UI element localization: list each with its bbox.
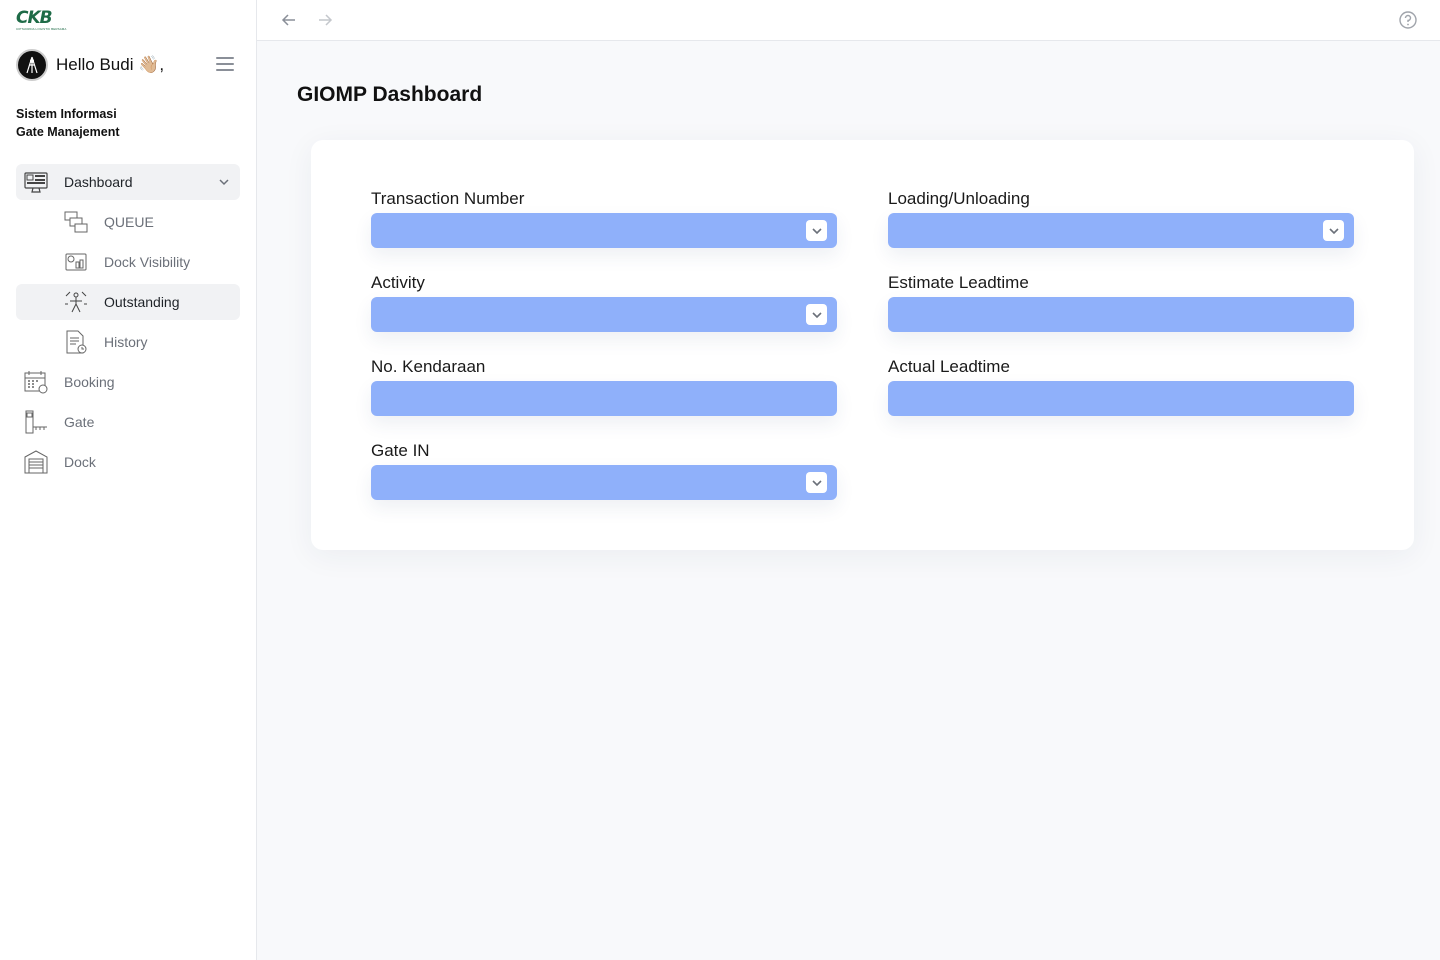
chevron-down-icon[interactable]	[1323, 220, 1344, 241]
actual-leadtime-field: Actual Leadtime	[888, 356, 1354, 416]
estimate-leadtime-field: Estimate Leadtime	[888, 272, 1354, 332]
chevron-down-icon[interactable]	[806, 472, 827, 493]
gate-in-field: Gate IN	[371, 440, 837, 500]
sidebar-item-label: Booking	[64, 374, 115, 390]
history-icon	[66, 330, 87, 354]
sidebar-item-dock-visibility[interactable]: Dock Visibility	[16, 244, 240, 280]
sidebar-item-history[interactable]: History	[16, 324, 240, 360]
dock-icon	[24, 450, 48, 474]
help-icon[interactable]	[1398, 10, 1418, 30]
logo-text: CKB	[16, 8, 53, 28]
brand-logo[interactable]: CKB CIPTAKRIDA LOGISTIK BERSAMA	[16, 10, 68, 32]
field-label: No. Kendaraan	[371, 357, 486, 376]
field-label: Transaction Number	[371, 189, 525, 208]
chevron-down-icon[interactable]	[218, 176, 230, 188]
sidebar-item-dock[interactable]: Dock	[16, 444, 240, 480]
hamburger-menu-icon[interactable]	[216, 57, 234, 71]
app-name-line1: Sistem Informasi	[16, 107, 117, 121]
booking-icon	[24, 371, 48, 394]
field-label: Estimate Leadtime	[888, 273, 1029, 292]
field-label: Activity	[371, 273, 425, 292]
sidebar-item-label: QUEUE	[104, 214, 154, 230]
avatar[interactable]	[16, 49, 48, 81]
greeting-text: Hello Budi 👋🏼,	[56, 55, 165, 74]
sidebar-item-label: Dock	[64, 454, 96, 470]
filter-card: Transaction Number Activity No. Kendaraa…	[311, 140, 1414, 550]
sidebar-item-label: Dashboard	[64, 174, 133, 190]
top-bar	[257, 0, 1440, 41]
no-kendaraan-field: No. Kendaraan	[371, 356, 837, 416]
sidebar-nav: Dashboard QUEUE Dock Visibility Outstand…	[16, 164, 240, 484]
field-label: Loading/Unloading	[888, 189, 1030, 208]
sidebar: CKB CIPTAKRIDA LOGISTIK BERSAMA Hello Bu…	[0, 0, 257, 960]
loading-unloading-field: Loading/Unloading	[888, 188, 1354, 248]
page-title: GIOMP Dashboard	[297, 83, 483, 106]
user-greeting-row: Hello Budi 👋🏼,	[16, 49, 240, 81]
dashboard-icon	[24, 172, 48, 193]
field-label: Gate IN	[371, 441, 430, 460]
sidebar-item-outstanding[interactable]: Outstanding	[16, 284, 240, 320]
activity-select[interactable]	[371, 297, 837, 332]
activity-field: Activity	[371, 272, 837, 332]
app-name-line2: Gate Manajement	[16, 125, 120, 139]
sidebar-item-label: Dock Visibility	[104, 254, 191, 270]
estimate-leadtime-input[interactable]	[888, 297, 1354, 332]
no-kendaraan-input[interactable]	[371, 381, 837, 416]
user-portrait-icon	[26, 56, 38, 74]
outstanding-icon	[65, 291, 87, 313]
actual-leadtime-input[interactable]	[888, 381, 1354, 416]
chevron-down-icon[interactable]	[806, 304, 827, 325]
back-arrow-icon[interactable]	[279, 10, 299, 30]
sidebar-item-booking[interactable]: Booking	[16, 364, 240, 400]
logo-tagline: CIPTAKRIDA LOGISTIK BERSAMA	[16, 27, 67, 31]
sidebar-item-gate[interactable]: Gate	[16, 404, 240, 440]
sidebar-item-label: Gate	[64, 414, 95, 430]
sidebar-item-queue[interactable]: QUEUE	[16, 204, 240, 240]
gate-in-select[interactable]	[371, 465, 837, 500]
gate-icon	[25, 410, 47, 434]
app-name: Sistem Informasi Gate Manajement	[16, 105, 120, 141]
field-label: Actual Leadtime	[888, 357, 1010, 376]
queue-icon	[64, 211, 88, 233]
transaction-number-field: Transaction Number	[371, 188, 837, 248]
sidebar-item-dashboard[interactable]: Dashboard	[16, 164, 240, 200]
dock-visibility-icon	[65, 253, 87, 271]
forward-arrow-icon[interactable]	[315, 10, 335, 30]
chevron-down-icon[interactable]	[806, 220, 827, 241]
loading-unloading-select[interactable]	[888, 213, 1354, 248]
sidebar-item-label: Outstanding	[104, 294, 180, 310]
sidebar-item-label: History	[104, 334, 148, 350]
transaction-number-select[interactable]	[371, 213, 837, 248]
